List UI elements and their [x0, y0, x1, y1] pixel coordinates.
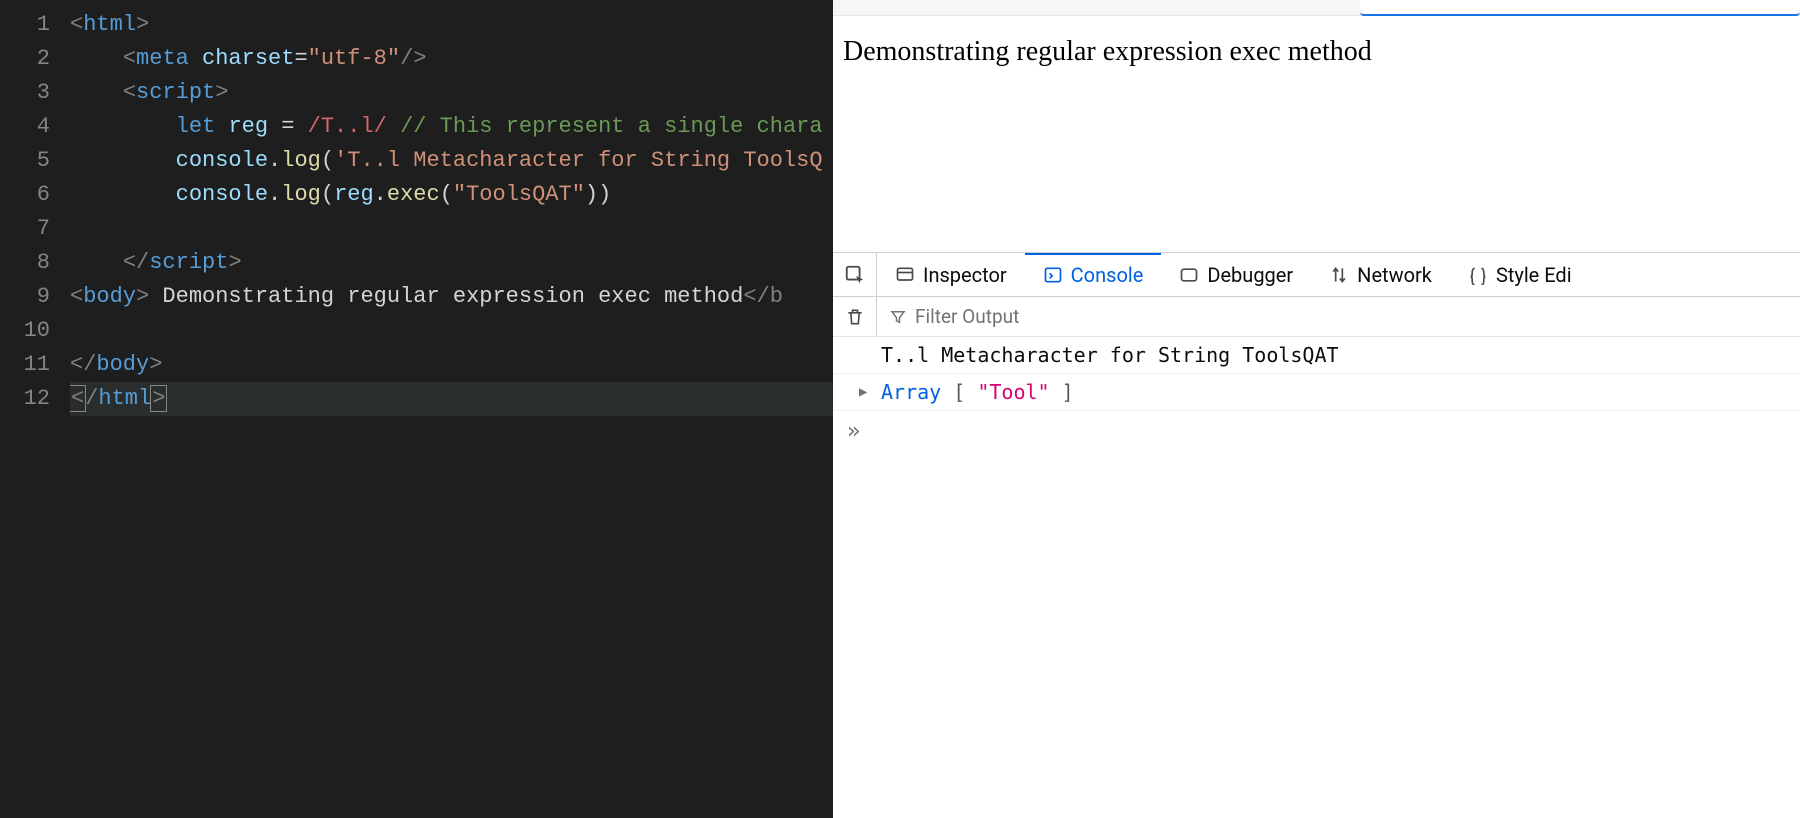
code-line[interactable]: <body> Demonstrating regular expression … [70, 280, 833, 314]
code-line[interactable]: <meta charset="utf-8"/> [70, 42, 833, 76]
line-number: 11 [0, 348, 70, 382]
network-icon [1329, 265, 1349, 285]
style-editor-icon [1468, 265, 1488, 285]
devtools-tabbar: Inspector Console Debugger [833, 253, 1800, 297]
tab-inspector[interactable]: Inspector [877, 253, 1025, 296]
code-line[interactable]: <html> [70, 8, 833, 42]
line-number: 5 [0, 144, 70, 178]
line-number: 1 [0, 8, 70, 42]
tab-console-label: Console [1071, 263, 1144, 287]
console-icon [1043, 265, 1063, 285]
console-array-row[interactable]: ▶Array [ "Tool" ] [833, 374, 1800, 411]
code-line[interactable] [70, 212, 833, 246]
tab-network-label: Network [1357, 263, 1432, 287]
inspector-icon [895, 265, 915, 285]
line-number: 4 [0, 110, 70, 144]
debugger-icon [1179, 265, 1199, 285]
page-body-text: Demonstrating regular expression exec me… [843, 36, 1372, 67]
clear-console-button[interactable] [833, 297, 877, 336]
console-log-row: T..l Metacharacter for String ToolsQAT [833, 337, 1800, 374]
line-number: 8 [0, 246, 70, 280]
console-output[interactable]: T..l Metacharacter for String ToolsQAT▶A… [833, 337, 1800, 818]
tab-debugger[interactable]: Debugger [1161, 253, 1311, 296]
code-line[interactable] [70, 314, 833, 348]
line-number-gutter: 123456789101112 [0, 0, 70, 818]
url-bar-highlight[interactable] [1360, 0, 1800, 16]
line-number: 2 [0, 42, 70, 76]
console-toolbar: Filter Output [833, 297, 1800, 337]
filter-placeholder: Filter Output [915, 305, 1019, 328]
rendered-page: Demonstrating regular expression exec me… [833, 16, 1800, 252]
browser-chrome [833, 0, 1800, 16]
element-picker-button[interactable] [833, 253, 877, 296]
code-area[interactable]: <html> <meta charset="utf-8"/> <script> … [70, 0, 833, 818]
line-number: 12 [0, 382, 70, 416]
code-line[interactable]: console.log(reg.exec("ToolsQAT")) [70, 178, 833, 212]
code-line[interactable]: <script> [70, 76, 833, 110]
code-line[interactable]: let reg = /T..l/ // This represent a sin… [70, 110, 833, 144]
browser-pane: Demonstrating regular expression exec me… [833, 0, 1800, 818]
code-line[interactable]: </body> [70, 348, 833, 382]
tab-console[interactable]: Console [1025, 253, 1162, 296]
disclosure-triangle-icon[interactable]: ▶ [859, 384, 867, 400]
devtools-panel: Inspector Console Debugger [833, 252, 1800, 818]
console-prompt[interactable]: » [833, 411, 1800, 452]
tab-style-editor-label: Style Edi [1496, 263, 1572, 287]
tab-debugger-label: Debugger [1207, 263, 1293, 287]
tab-network[interactable]: Network [1311, 253, 1450, 296]
filter-icon [889, 308, 907, 326]
line-number: 10 [0, 314, 70, 348]
code-editor[interactable]: 123456789101112 <html> <meta charset="ut… [0, 0, 833, 818]
line-number: 7 [0, 212, 70, 246]
code-line[interactable]: </html> [70, 382, 833, 416]
console-filter[interactable]: Filter Output [877, 305, 1800, 328]
tab-style-editor[interactable]: Style Edi [1450, 253, 1590, 296]
tab-inspector-label: Inspector [923, 263, 1007, 287]
code-line[interactable]: </script> [70, 246, 833, 280]
line-number: 6 [0, 178, 70, 212]
line-number: 9 [0, 280, 70, 314]
line-number: 3 [0, 76, 70, 110]
code-line[interactable]: console.log('T..l Metacharacter for Stri… [70, 144, 833, 178]
